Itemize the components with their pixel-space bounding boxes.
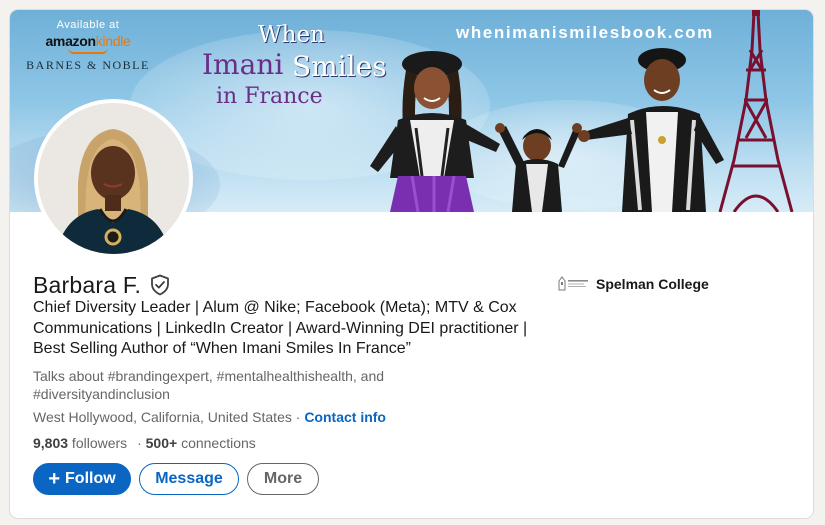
plus-icon: + [48,468,61,490]
profile-avatar[interactable] [34,99,193,258]
education-link[interactable]: Spelman College [556,274,709,294]
woman-illustration [370,51,500,212]
education-name: Spelman College [596,276,709,292]
profile-location: West Hollywood, California, United State… [33,409,292,425]
profile-card: Available at amazonkindle BARNES & NOBLE… [9,9,814,519]
amazon-kindle-logo: amazonkindle [45,33,131,49]
barnes-noble-logo: BARNES & NOBLE [26,58,150,72]
network-stats: 9,803 followers · 500+ connections [33,435,256,451]
follow-label: Follow [65,470,116,487]
available-at-label: Available at [56,19,120,31]
message-button[interactable]: Message [139,463,239,495]
location-separator: · [291,409,305,425]
followers-link[interactable]: 9,803 followers [33,435,127,451]
contact-info-link[interactable]: Contact info [304,409,386,425]
profile-name: Barbara F. [33,271,142,298]
shield-check-icon[interactable] [150,274,170,296]
connections-label: connections [177,435,256,451]
more-button[interactable]: More [247,463,319,495]
retailer-logos: Available at amazonkindle BARNES & NOBLE [24,19,152,73]
connections-count: 500+ [145,435,178,451]
connections-link[interactable]: 500+ connections [146,435,256,451]
talks-about: Talks about #brandingexpert, #mentalheal… [33,368,385,402]
man-illustration [578,48,724,212]
profile-actions: + Follow Message More [33,463,319,495]
follow-button[interactable]: + Follow [33,463,131,495]
eiffel-tower-illustration [718,10,794,212]
followers-count: 9,803 [33,435,69,451]
followers-label: followers [68,435,128,451]
profile-headline: Chief Diversity Leader | Alum @ Nike; Fa… [33,299,528,357]
location-row: West Hollywood, California, United State… [33,409,386,425]
profile-name-row: Barbara F. [33,270,170,300]
child-illustration [495,123,582,212]
connections-separator: · [137,435,142,451]
book-title-artwork: When Imani Smiles in France [202,22,387,109]
spelman-college-logo [556,274,590,294]
